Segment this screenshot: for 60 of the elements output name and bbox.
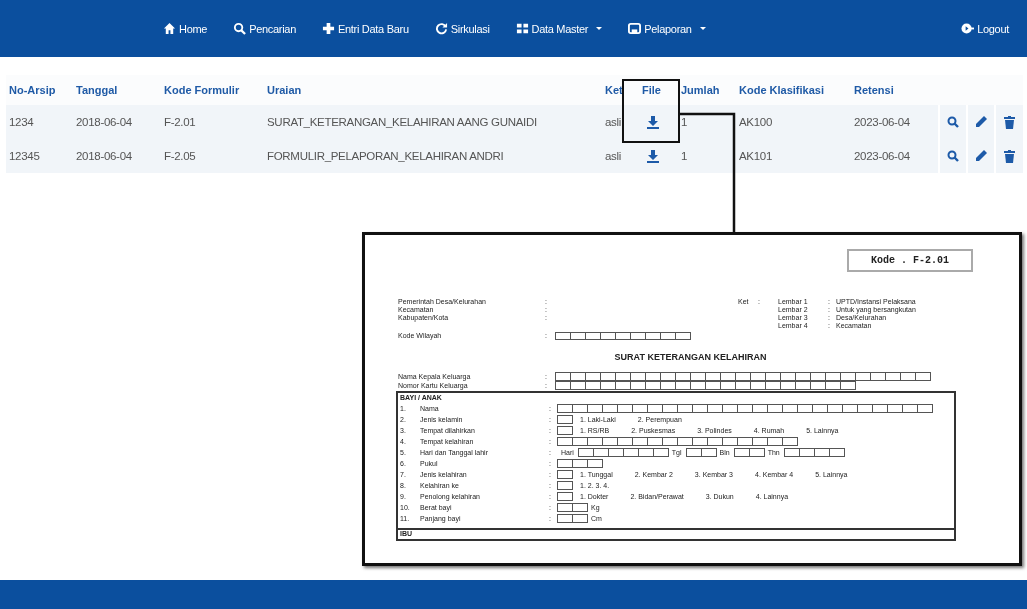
column-header: Uraian <box>264 75 602 105</box>
box-row <box>557 503 587 512</box>
logout-icon <box>961 22 975 35</box>
delete-icon[interactable] <box>1004 149 1015 163</box>
table-cell: FORMULIR_PELAPORAN_KELAHIRAN ANDRI <box>264 139 602 173</box>
callout-box <box>622 79 680 143</box>
column-header: Ket <box>602 75 639 105</box>
download-icon[interactable] <box>647 149 659 163</box>
table-cell: F-2.05 <box>161 139 264 173</box>
table-cell: 2018-06-04 <box>73 105 161 139</box>
box-row <box>557 459 602 468</box>
table-cell: 1 <box>678 139 736 173</box>
nav-link[interactable]: Data Master <box>515 22 603 35</box>
table-cell: 2018-06-04 <box>73 139 161 173</box>
column-header: Kode Klasifikasi <box>736 75 851 105</box>
box-row <box>557 492 572 501</box>
column-header: Kode Formulir <box>161 75 264 105</box>
table-cell: SURAT_KETERANGAN_KELAHIRAN AANG GUNAIDI <box>264 105 602 139</box>
column-header: Tanggal <box>73 75 161 105</box>
form-code: Kode . F-2.01 <box>847 249 973 272</box>
column-header: No-Arsip <box>6 75 73 105</box>
delete-icon[interactable] <box>1004 115 1015 129</box>
nav-link[interactable]: Sirkulasi <box>434 22 490 35</box>
form-title: SURAT KETERANGAN KELAHIRAN <box>613 352 768 362</box>
plus-icon <box>322 22 335 35</box>
box-row <box>557 415 572 424</box>
table-cell: 2023-06-04 <box>851 105 939 139</box>
box-row <box>783 448 844 457</box>
refresh-icon <box>434 22 448 35</box>
nav-link[interactable]: Pencarian <box>233 22 296 35</box>
table-cell: 12345 <box>6 139 73 173</box>
box-row <box>685 448 716 457</box>
edit-icon[interactable] <box>975 150 987 163</box>
table-cell: 1234 <box>6 105 73 139</box>
table-cell: F-2.01 <box>161 105 264 139</box>
table-cell: AK100 <box>736 105 851 139</box>
printer-icon <box>628 22 642 35</box>
box-row <box>557 481 572 490</box>
box-row <box>557 514 587 523</box>
search-icon <box>233 22 247 35</box>
logout-link[interactable]: Logout <box>961 22 1009 35</box>
nav-link[interactable]: Home <box>163 22 208 35</box>
search-icon[interactable] <box>947 116 959 129</box>
edit-icon[interactable] <box>975 116 987 129</box>
table-cell: 2023-06-04 <box>851 139 939 173</box>
home-icon <box>163 22 176 35</box>
table-cell: asli <box>602 105 639 139</box>
column-header: Retensi <box>851 75 939 105</box>
box-row <box>557 426 572 435</box>
column-header: Jumlah <box>678 75 736 105</box>
nav-link[interactable]: Pelaporan <box>628 22 706 35</box>
nav-link[interactable]: Entri Data Baru <box>322 22 409 35</box>
grid-icon <box>515 22 529 35</box>
box-row <box>557 470 572 479</box>
table-cell: AK101 <box>736 139 851 173</box>
box-row <box>733 448 764 457</box>
table-cell: asli <box>602 139 639 173</box>
search-icon[interactable] <box>947 150 959 163</box>
column-header: File <box>639 75 678 105</box>
download-icon[interactable] <box>647 115 659 129</box>
